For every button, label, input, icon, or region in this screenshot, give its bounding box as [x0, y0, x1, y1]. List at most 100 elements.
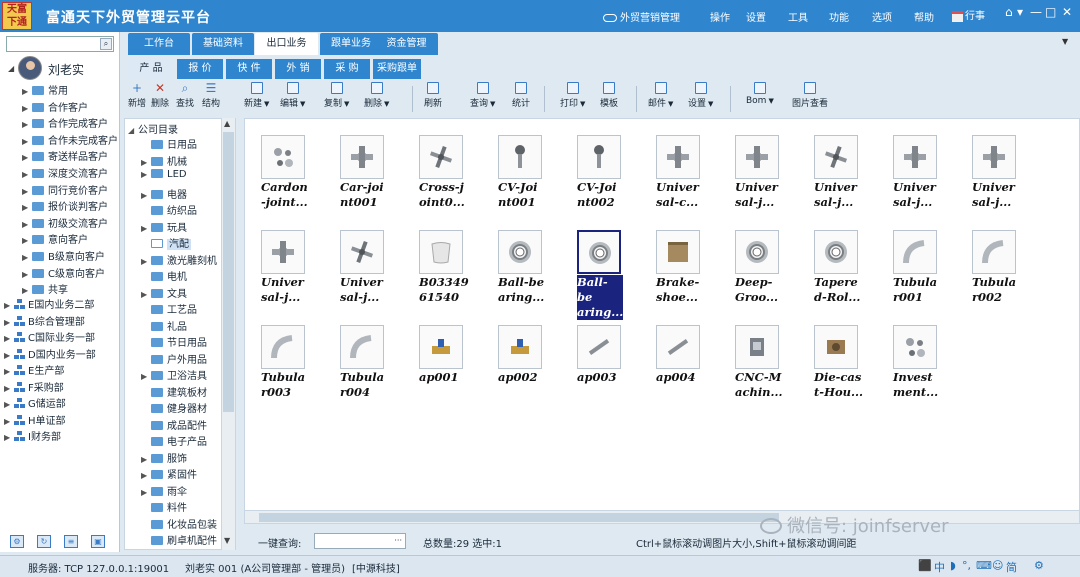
- customer-folder-item[interactable]: ▶ 报价谈判客户: [22, 198, 108, 214]
- product-thumbnail[interactable]: [735, 135, 779, 179]
- product-card[interactable]: Car-joi nt001: [324, 135, 390, 219]
- settings-icon[interactable]: ⚙: [1034, 559, 1044, 572]
- expand-arrow-icon[interactable]: ▶: [141, 471, 151, 480]
- toolbar-button[interactable]: 图片查看: [792, 82, 828, 109]
- tab-funds[interactable]: 资金管理: [375, 33, 438, 55]
- expand-arrow-icon[interactable]: ▶: [4, 318, 14, 327]
- customer-folder-item[interactable]: ▶ 初级交流客户: [22, 215, 108, 231]
- product-thumbnail[interactable]: [419, 325, 463, 369]
- catalog-item[interactable]: 建筑板材: [141, 384, 207, 400]
- expand-arrow-icon[interactable]: ▶: [141, 170, 151, 179]
- toolbar-button[interactable]: 邮件 ▼: [648, 82, 673, 109]
- ime-punct-icon[interactable]: °,: [962, 559, 971, 572]
- subtab-quote[interactable]: 报 价: [177, 59, 223, 79]
- caret-down-icon[interactable]: ▼: [708, 100, 713, 108]
- product-thumbnail[interactable]: [893, 135, 937, 179]
- caret-down-icon[interactable]: ▼: [344, 100, 349, 108]
- customer-folder-item[interactable]: ▶ C级意向客户: [22, 265, 105, 281]
- menu-item[interactable]: 帮助: [914, 9, 934, 24]
- grid-hscrollbar[interactable]: [244, 510, 1080, 524]
- tool-icon[interactable]: ⚙: [10, 535, 24, 548]
- department-item[interactable]: ▶ G储运部: [4, 395, 66, 411]
- user-row[interactable]: ◢ 刘老实: [8, 56, 118, 82]
- product-card[interactable]: Univer sal-j...: [798, 135, 864, 219]
- maximize-button[interactable]: □: [1045, 5, 1056, 19]
- scroll-thumb[interactable]: [259, 513, 779, 522]
- expand-arrow-icon[interactable]: ▶: [141, 455, 151, 464]
- expand-arrow-icon[interactable]: ▶: [141, 372, 151, 381]
- expand-arrow-icon[interactable]: ▶: [22, 270, 32, 279]
- expand-arrow-icon[interactable]: ▶: [22, 236, 32, 245]
- product-card[interactable]: Univer sal-j...: [245, 230, 311, 314]
- catalog-item[interactable]: ▶ 雨伞: [141, 483, 187, 499]
- product-card[interactable]: Tapere d-Rol...: [798, 230, 864, 314]
- keyboard-icon[interactable]: ⌨: [976, 559, 992, 572]
- catalog-item[interactable]: ▶ 卫浴洁具: [141, 367, 207, 383]
- expand-icon[interactable]: ◢: [8, 64, 14, 73]
- product-thumbnail[interactable]: [972, 135, 1016, 179]
- expand-arrow-icon[interactable]: ▶: [4, 334, 14, 343]
- product-card[interactable]: Tubula r004: [324, 325, 390, 409]
- product-thumbnail[interactable]: [972, 230, 1016, 274]
- product-card[interactable]: CNC-M achin...: [719, 325, 785, 409]
- product-thumbnail[interactable]: [261, 230, 305, 274]
- customer-folder-item[interactable]: ▶ 同行竞价客户: [22, 182, 108, 198]
- product-thumbnail[interactable]: [893, 230, 937, 274]
- tab-workbench[interactable]: 工作台: [128, 33, 190, 55]
- catalog-scrollbar[interactable]: ▲ ▼: [221, 118, 235, 550]
- customer-folder-item[interactable]: ▶ 常用: [22, 82, 68, 98]
- catalog-item[interactable]: 户外用品: [141, 351, 207, 367]
- tab-followup[interactable]: 跟单业务: [320, 33, 382, 55]
- product-thumbnail[interactable]: [814, 135, 858, 179]
- caret-down-icon[interactable]: ▼: [264, 100, 269, 108]
- catalog-item[interactable]: 刷卓机配件: [141, 532, 217, 548]
- product-card[interactable]: Univer sal-c...: [640, 135, 706, 219]
- catalog-item[interactable]: 电子产品: [141, 433, 207, 449]
- product-card[interactable]: B03349 61540: [403, 230, 469, 314]
- product-thumbnail[interactable]: [735, 230, 779, 274]
- product-card[interactable]: ap002: [482, 325, 548, 409]
- query-more-button[interactable]: ···: [394, 536, 402, 545]
- find-button[interactable]: ⌕ 查找: [173, 82, 197, 109]
- catalog-item[interactable]: ▶ 机械: [141, 153, 187, 169]
- product-thumbnail[interactable]: [656, 230, 700, 274]
- toolbar-button[interactable]: 删除 ▼: [364, 82, 389, 109]
- menu-item[interactable]: 功能: [829, 9, 849, 24]
- department-item[interactable]: ▶ E生产部: [4, 362, 64, 378]
- refresh-icon[interactable]: ↻: [37, 535, 51, 548]
- catalog-item[interactable]: ▶ 紧固件: [141, 466, 197, 482]
- product-card[interactable]: Ball-be aring...: [482, 230, 548, 314]
- expand-arrow-icon[interactable]: ▶: [22, 220, 32, 229]
- list-icon[interactable]: ≡: [64, 535, 78, 548]
- add-button[interactable]: + 新增: [125, 82, 149, 109]
- scroll-thumb[interactable]: [223, 132, 234, 412]
- catalog-item[interactable]: ▶ 文具: [141, 285, 187, 301]
- catalog-item[interactable]: 礼品: [141, 318, 187, 334]
- customer-folder-item[interactable]: ▶ 意向客户: [22, 231, 88, 247]
- caret-down-icon[interactable]: ▼: [300, 100, 305, 108]
- caret-down-icon[interactable]: ▼: [580, 100, 585, 108]
- expand-arrow-icon[interactable]: ▶: [4, 417, 14, 426]
- caret-down-icon[interactable]: ▼: [384, 100, 389, 108]
- product-card[interactable]: Univer sal-j...: [719, 135, 785, 219]
- expand-arrow-icon[interactable]: ▶: [4, 301, 14, 310]
- chevron-down-icon[interactable]: ▼: [1062, 37, 1068, 46]
- customer-folder-item[interactable]: ▶ 合作完成客户: [22, 115, 108, 131]
- menu-item[interactable]: 选项: [872, 9, 892, 24]
- subtab-product[interactable]: 产 品: [128, 59, 174, 79]
- product-card[interactable]: Cross-j oint0...: [403, 135, 469, 219]
- catalog-item[interactable]: 料件: [141, 499, 187, 515]
- menu-item[interactable]: 工具: [788, 9, 808, 24]
- expand-arrow-icon[interactable]: ▶: [4, 433, 14, 442]
- product-thumbnail[interactable]: [498, 230, 542, 274]
- toolbar-button[interactable]: 刷新: [424, 82, 442, 109]
- caret-down-icon[interactable]: ▼: [768, 97, 773, 105]
- product-card[interactable]: ap001: [403, 325, 469, 409]
- menu-item[interactable]: 操作: [710, 9, 730, 24]
- minimize-button[interactable]: —: [1030, 5, 1042, 19]
- catalog-item[interactable]: 化妆品包装: [141, 516, 217, 532]
- product-thumbnail[interactable]: [498, 325, 542, 369]
- catalog-item[interactable]: 日用品: [141, 136, 197, 152]
- scroll-up-icon[interactable]: ▲: [224, 119, 230, 128]
- customer-folder-item[interactable]: ▶ 合作客户: [22, 99, 88, 115]
